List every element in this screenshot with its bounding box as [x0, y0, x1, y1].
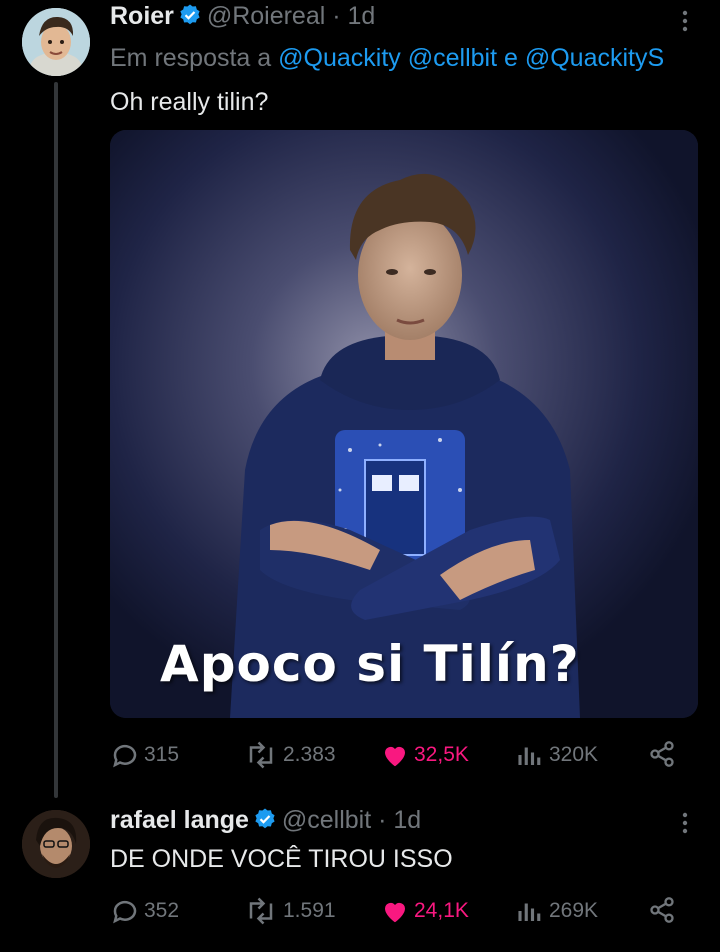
views-button[interactable]: 320K	[515, 740, 598, 770]
reply-icon	[113, 900, 137, 924]
avatar-roier-image	[22, 8, 90, 76]
tweet-text: Oh really tilin?	[110, 88, 269, 116]
avatar-rafael[interactable]	[22, 810, 90, 878]
tweet1-header: Roier @Roiereal · 1d	[110, 2, 375, 32]
share-icon	[650, 741, 674, 767]
like-button[interactable]: 24,1K	[380, 896, 469, 926]
views-icon	[518, 747, 541, 765]
views-count: 269K	[549, 899, 599, 922]
like-count: 32,5K	[414, 743, 469, 766]
reply-button[interactable]: 352	[110, 896, 179, 926]
mention-quackitys[interactable]: @QuackityS	[525, 44, 664, 72]
reply-prefix: Em resposta a	[110, 44, 272, 72]
reply-button[interactable]: 315	[110, 740, 179, 770]
share-button[interactable]	[648, 740, 680, 768]
tweet-text: DE ONDE VOCÊ TIROU ISSO	[110, 845, 453, 873]
mention-quackity[interactable]: @Quackity	[278, 44, 401, 72]
tweet-media-image[interactable]: Apoco si Tilín?	[110, 130, 698, 718]
verified-badge-icon	[178, 3, 202, 32]
repost-button[interactable]: 2.383	[243, 740, 336, 770]
author-name[interactable]: rafael lange	[110, 806, 249, 834]
like-count: 24,1K	[414, 899, 469, 922]
reply-icon	[113, 744, 137, 768]
avatar-rafael-image	[22, 810, 90, 878]
repost-count: 2.383	[283, 743, 336, 766]
repost-button[interactable]: 1.591	[243, 896, 336, 926]
avatar-roier[interactable]	[22, 8, 90, 76]
repost-count: 1.591	[283, 899, 336, 922]
like-button[interactable]: 32,5K	[380, 740, 469, 770]
share-icon	[650, 897, 674, 923]
meme-photo	[110, 130, 698, 718]
author-handle-time: @cellbit · 1d	[281, 806, 422, 834]
author-handle-time: @Roiereal · 1d	[206, 2, 376, 30]
tweet2-header: rafael lange @cellbit · 1d	[110, 806, 421, 836]
verified-badge-icon	[253, 807, 277, 836]
views-icon	[518, 903, 541, 921]
mention-cellbit[interactable]: @cellbit	[408, 44, 497, 72]
heart-filled-icon	[385, 902, 405, 923]
views-button[interactable]: 269K	[515, 896, 598, 926]
reply-count: 352	[144, 899, 180, 922]
reply-context: Em resposta a @Quackity @cellbit e @Quac…	[110, 44, 664, 73]
share-button[interactable]	[648, 896, 680, 924]
reply-joiner: e	[503, 44, 518, 72]
heart-filled-icon	[385, 746, 405, 767]
views-count: 320K	[549, 743, 599, 766]
more-options-icon[interactable]	[682, 10, 688, 32]
reply-count: 315	[144, 743, 180, 766]
repost-icon	[249, 897, 273, 925]
image-caption: Apoco si Tilín?	[160, 635, 580, 693]
more-options-icon[interactable]	[682, 812, 688, 834]
repost-icon	[249, 741, 273, 769]
thread-line	[54, 82, 58, 798]
author-name[interactable]: Roier	[110, 2, 174, 30]
